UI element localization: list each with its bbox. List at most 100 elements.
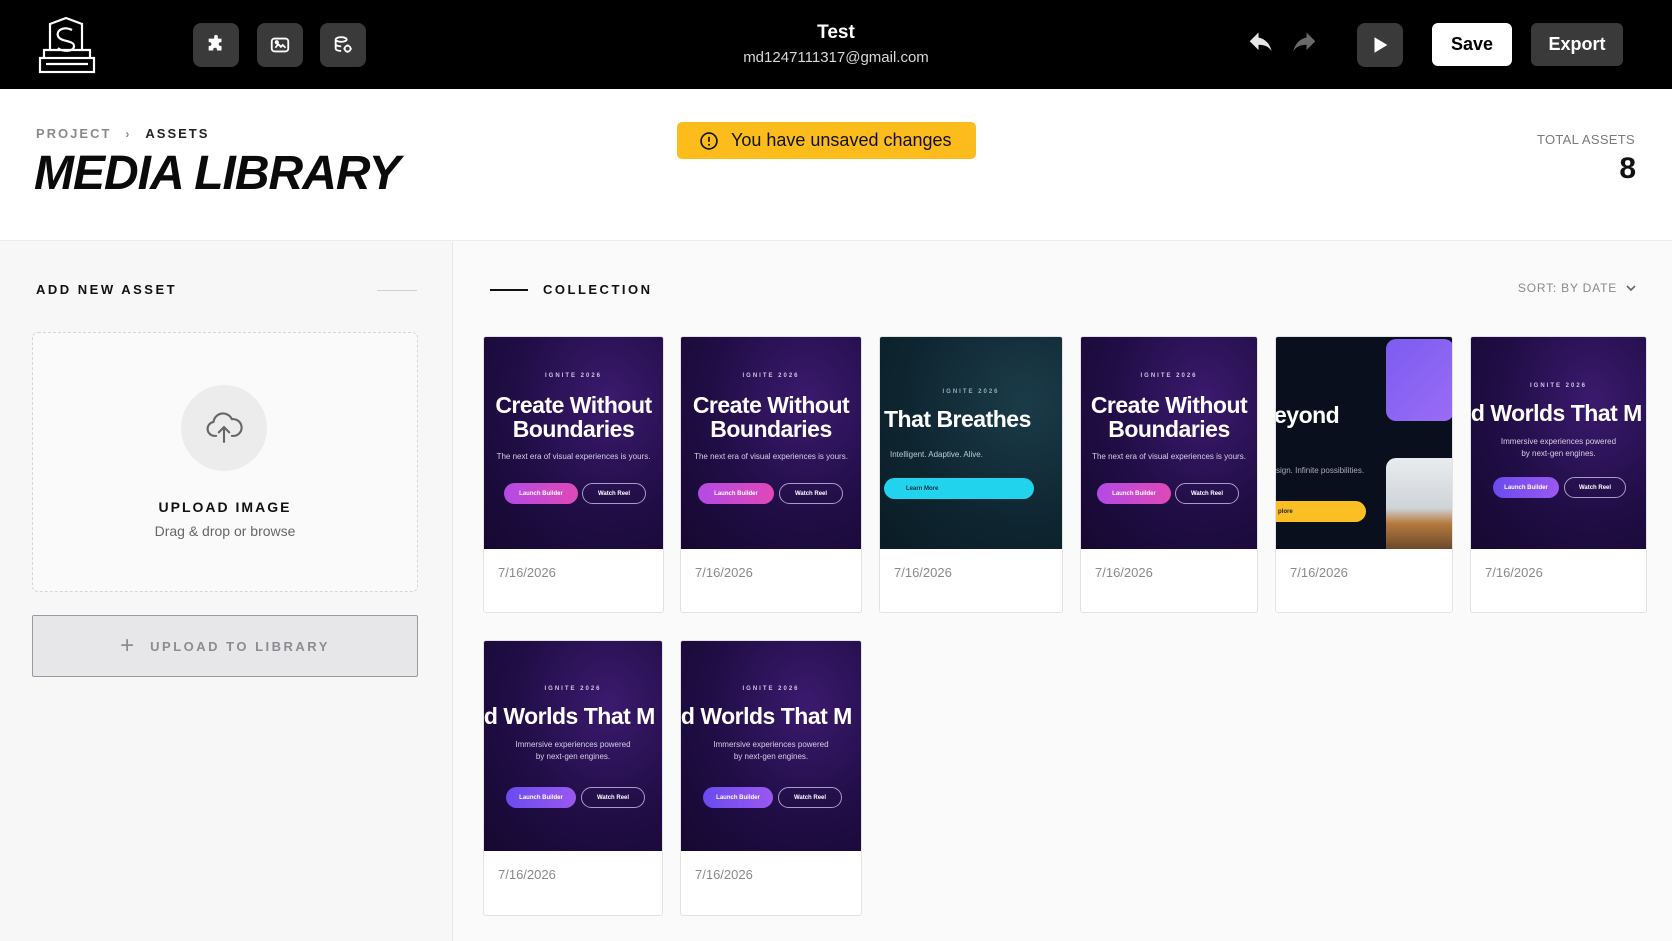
- thumb-headline: eyond: [1276, 402, 1340, 428]
- upload-dropzone[interactable]: UPLOAD IMAGE Drag & drop or browse: [32, 332, 418, 592]
- asset-thumbnail: IGNITE 2026 ld Worlds That M Immersive e…: [484, 641, 662, 851]
- divider: [377, 290, 417, 291]
- upload-image-hint: Drag & drop or browse: [154, 523, 296, 539]
- asset-thumbnail: IGNITE 2026 Create Without Boundaries Th…: [681, 337, 861, 549]
- add-asset-title: ADD NEW ASSET: [36, 282, 178, 297]
- play-button[interactable]: [1357, 23, 1403, 67]
- total-assets-label: TOTAL ASSETS: [1536, 132, 1635, 147]
- unsaved-text: You have unsaved changes: [731, 130, 952, 150]
- breadcrumb-project[interactable]: PROJECT: [36, 126, 111, 141]
- asset-thumbnail: IGNITE 2026 ld Worlds That M Immersive e…: [681, 641, 861, 851]
- sort-dropdown[interactable]: SORT: BY DATE: [1518, 281, 1637, 295]
- asset-date: 7/16/2026: [894, 565, 952, 580]
- export-button[interactable]: Export: [1531, 23, 1623, 66]
- thumb-primary-button: plore: [1276, 501, 1366, 522]
- database-icon: [334, 36, 352, 53]
- asset-thumbnail: IGNITE 2026 Create Without Boundaries Th…: [1081, 337, 1257, 549]
- thumb-secondary-button: Watch Reel: [1175, 483, 1239, 504]
- thumb-headline: ld Worlds That M: [484, 703, 655, 729]
- asset-date: 7/16/2026: [498, 565, 556, 580]
- cloud-upload-icon: [206, 412, 243, 444]
- thumb-primary-button: Launch Builder: [506, 787, 576, 808]
- sort-label: SORT: BY DATE: [1517, 281, 1617, 295]
- save-button[interactable]: Save: [1432, 23, 1512, 66]
- thumb-primary-button: Launch Builder: [504, 483, 578, 504]
- chevron-down-icon: [1626, 285, 1636, 292]
- plugins-button[interactable]: [193, 23, 239, 67]
- asset-date: 7/16/2026: [695, 565, 753, 580]
- thumb-subtext: Immersive experiences powered: [713, 740, 829, 749]
- asset-date: 7/16/2026: [1485, 565, 1543, 580]
- asset-card[interactable]: IGNITE 2026 Create Without Boundaries Th…: [483, 336, 664, 613]
- upload-to-library-button[interactable]: + UPLOAD TO LIBRARY: [32, 615, 418, 677]
- collection-rule: [490, 289, 528, 291]
- play-icon: [1374, 37, 1388, 53]
- game-button[interactable]: [257, 23, 303, 67]
- thumb-headline: That Breathes: [884, 406, 1031, 432]
- thumb-subtext: by next-gen engines.: [535, 752, 611, 761]
- upload-icon-wrapper: [181, 385, 267, 471]
- app-logo-icon[interactable]: [36, 14, 98, 76]
- top-bar: Test md1247111317@gmail.com Save Export: [0, 0, 1672, 89]
- data-button[interactable]: [320, 23, 366, 67]
- plus-icon: +: [120, 632, 135, 659]
- upload-to-library-label: UPLOAD TO LIBRARY: [150, 638, 330, 654]
- thumb-secondary-button: Watch Reel: [779, 483, 843, 504]
- asset-date: 7/16/2026: [1290, 565, 1348, 580]
- thumb-kicker: IGNITE 2026: [942, 389, 1000, 395]
- gamepad-icon: [270, 37, 290, 53]
- thumb-headline: ld Worlds That M: [681, 703, 852, 729]
- thumb-headline: Boundaries: [1108, 416, 1230, 442]
- thumb-secondary-button: Watch Reel: [1564, 477, 1626, 498]
- asset-thumbnail: eyond sign. Infinite possibilities. plor…: [1276, 337, 1452, 549]
- asset-card[interactable]: IGNITE 2026 ld Worlds That M Immersive e…: [483, 640, 663, 916]
- thumb-headline: Create Without: [692, 392, 850, 418]
- asset-thumbnail: IGNITE 2026 ld Worlds That M Immersive e…: [1471, 337, 1646, 549]
- asset-date: 7/16/2026: [695, 867, 753, 882]
- breadcrumb-current: ASSETS: [145, 126, 210, 141]
- thumb-subtext: The next era of visual experiences is yo…: [1092, 452, 1246, 461]
- asset-card[interactable]: eyond sign. Infinite possibilities. plor…: [1275, 336, 1453, 613]
- asset-card[interactable]: IGNITE 2026 ld Worlds That M Immersive e…: [680, 640, 862, 916]
- thumb-kicker: IGNITE 2026: [742, 373, 800, 379]
- thumb-subtext: sign. Infinite possibilities.: [1276, 466, 1365, 475]
- thumb-kicker: IGNITE 2026: [544, 373, 602, 379]
- thumb-headline: Boundaries: [710, 416, 832, 442]
- asset-card[interactable]: IGNITE 2026 Create Without Boundaries Th…: [680, 336, 862, 613]
- puzzle-icon: [208, 34, 222, 51]
- undo-icon[interactable]: [1246, 30, 1276, 60]
- thumb-headline: Create Without: [495, 392, 652, 418]
- thumb-primary-button: Launch Builder: [1097, 483, 1171, 504]
- thumb-headline: ld Worlds That M: [1471, 400, 1642, 426]
- thumb-kicker: IGNITE 2026: [1529, 383, 1587, 389]
- project-title: Test: [817, 22, 855, 43]
- asset-date: 7/16/2026: [498, 867, 556, 882]
- alert-circle-icon: [700, 131, 718, 150]
- thumb-secondary-button: Watch Reel: [582, 483, 646, 504]
- thumb-kicker: IGNITE 2026: [1140, 373, 1198, 379]
- thumb-secondary-button: Watch Reel: [778, 787, 842, 808]
- total-assets-count: 8: [1619, 152, 1636, 185]
- asset-card[interactable]: IGNITE 2026 That Breathes Intelligent. A…: [879, 336, 1063, 613]
- thumb-subtext: by next-gen engines.: [733, 752, 809, 761]
- thumb-kicker: IGNITE 2026: [742, 686, 800, 692]
- thumb-subtext: Immersive experiences powered: [1500, 437, 1617, 446]
- thumb-primary-button: Launch Builder: [703, 787, 773, 808]
- breadcrumb: PROJECT › ASSETS: [36, 126, 209, 141]
- asset-card[interactable]: IGNITE 2026 ld Worlds That M Immersive e…: [1470, 336, 1647, 613]
- thumb-subtext: Intelligent. Adaptive. Alive.: [890, 450, 983, 459]
- unsaved-changes-banner: You have unsaved changes: [677, 122, 976, 159]
- thumb-subtext: by next-gen engines.: [1521, 449, 1596, 458]
- asset-card[interactable]: IGNITE 2026 Create Without Boundaries Th…: [1080, 336, 1258, 613]
- thumb-secondary-button: Watch Reel: [581, 787, 645, 808]
- thumb-primary-button: Launch Builder: [698, 483, 774, 504]
- thumb-headline: Boundaries: [512, 416, 635, 442]
- redo-icon[interactable]: [1289, 30, 1319, 60]
- thumb-primary-button: Learn More: [884, 478, 1034, 499]
- thumb-headline: Create Without: [1090, 392, 1248, 418]
- page-header: PROJECT › ASSETS MEDIA LIBRARY You have …: [0, 89, 1672, 241]
- collection-title: COLLECTION: [543, 282, 653, 297]
- upload-image-title: UPLOAD IMAGE: [158, 499, 292, 515]
- breadcrumb-separator: ›: [125, 126, 132, 141]
- thumb-subtext: Immersive experiences powered: [515, 740, 631, 749]
